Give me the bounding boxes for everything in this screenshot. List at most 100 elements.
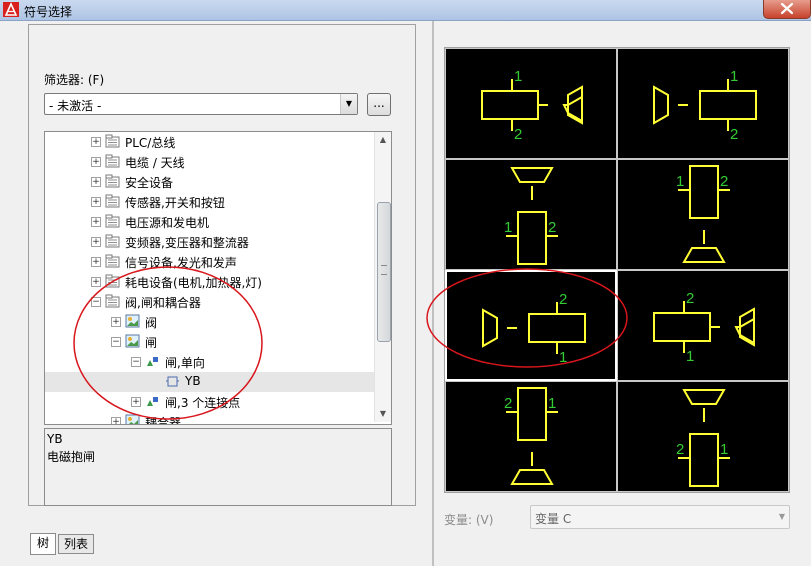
tree-item-label: 耗电设备(电机,加热器,灯)	[125, 276, 262, 290]
folder-icon	[105, 154, 120, 168]
close-icon	[780, 2, 794, 15]
shape-icon	[147, 357, 158, 366]
svg-text:1: 1	[514, 68, 522, 85]
tree-item[interactable]: + 变频器,变压器和整流器	[45, 232, 374, 252]
tree-item-label: 电压源和发电机	[125, 216, 210, 230]
expand-icon[interactable]: +	[91, 157, 101, 167]
svg-text:2: 2	[676, 441, 684, 458]
tab-tree[interactable]: 树	[30, 533, 56, 555]
tree-item[interactable]: + 耗电设备(电机,加热器,灯)	[45, 272, 374, 292]
svg-text:2: 2	[504, 395, 512, 412]
expand-icon[interactable]: +	[111, 317, 121, 327]
filter-label: 筛选器: (F)	[44, 73, 105, 87]
tree-item-label: 耦合器	[145, 416, 182, 425]
close-button[interactable]	[763, 0, 811, 19]
tree-item[interactable]: + 闸,3 个连接点	[45, 392, 374, 412]
symbol-variant-cell[interactable]: 12	[445, 48, 617, 159]
filter-value: - 未激活 -	[49, 99, 102, 113]
expand-icon[interactable]: +	[91, 177, 101, 187]
symbol-tree[interactable]: + PLC/总线 + 电缆 / 天线 + 安全设备 + 传感器,开关和按钮 + 电压源和发电机 + 变…	[44, 131, 392, 425]
tree-item-label: 闸,单向	[165, 356, 205, 370]
expand-icon[interactable]: +	[91, 217, 101, 227]
folder-icon	[105, 134, 120, 148]
folder-icon	[105, 174, 120, 188]
svg-text:2: 2	[730, 126, 738, 143]
brake-symbol-icon: 12	[676, 165, 730, 263]
tree-item[interactable]: + 耦合器	[45, 412, 374, 425]
title-bar: 符号选择	[0, 0, 811, 21]
expand-icon[interactable]: +	[111, 417, 121, 424]
svg-text:2: 2	[514, 126, 522, 143]
tree-item-label: 传感器,开关和按钮	[125, 196, 225, 210]
collapse-icon[interactable]: −	[131, 357, 141, 367]
tree-item[interactable]: + 阀	[45, 312, 374, 332]
collapse-icon[interactable]: −	[111, 337, 121, 347]
tree-item-label: 阀,闸和耦合器	[125, 296, 201, 310]
folder-icon	[105, 194, 120, 208]
tree-item[interactable]: + PLC/总线	[45, 132, 374, 152]
symbol-preview-grid: 1212121221212121	[444, 47, 790, 493]
filter-dropdown[interactable]: - 未激活 - ▼	[44, 93, 358, 115]
brake-symbol-icon: 12	[504, 167, 558, 265]
expand-icon[interactable]: +	[91, 257, 101, 267]
expand-icon[interactable]: +	[91, 197, 101, 207]
symbol-variant-cell[interactable]: 21	[445, 381, 617, 492]
tree-item[interactable]: + 安全设备	[45, 172, 374, 192]
scroll-thumb[interactable]	[377, 202, 391, 342]
variant-label: 变量: (V)	[444, 513, 494, 527]
scroll-down-icon[interactable]: ▼	[375, 406, 391, 422]
tree-item[interactable]: − 闸,单向	[45, 352, 374, 372]
tab-list[interactable]: 列表	[58, 534, 94, 554]
brake-symbol-icon: 21	[676, 389, 730, 487]
svg-text:1: 1	[676, 173, 684, 190]
symbol-variant-cell[interactable]: 12	[617, 48, 789, 159]
variant-value: 变量 C	[535, 512, 572, 526]
image-icon	[125, 334, 140, 348]
brake-symbol-icon: 21	[504, 387, 558, 485]
tree-item[interactable]: + 传感器,开关和按钮	[45, 192, 374, 212]
symbol-variant-cell[interactable]: 12	[445, 159, 617, 270]
folder-icon	[105, 214, 120, 228]
tree-item[interactable]: + 电压源和发电机	[45, 212, 374, 232]
tree-item-label: 信号设备,发光和发声	[125, 256, 237, 270]
grip-icon	[381, 265, 387, 275]
tree-scrollbar[interactable]: ▲ ▼	[374, 132, 391, 422]
symbol-description: 电磁抱闸	[47, 450, 96, 464]
tree-item-label: PLC/总线	[125, 136, 176, 150]
tree-item-label: 闸,3 个连接点	[165, 396, 241, 410]
tree-item-label: 变频器,变压器和整流器	[125, 236, 249, 250]
svg-text:1: 1	[730, 68, 738, 85]
svg-text:2: 2	[559, 291, 567, 308]
collapse-icon[interactable]: −	[91, 297, 101, 307]
tree-item-label: 安全设备	[125, 176, 174, 190]
symbol-variant-cell[interactable]: 12	[617, 159, 789, 270]
symbol-variant-cell[interactable]: 21	[617, 381, 789, 492]
filter-browse-button[interactable]: ...	[367, 93, 391, 116]
symbol-variant-cell[interactable]: 21	[617, 270, 789, 381]
svg-text:2: 2	[720, 173, 728, 190]
variant-dropdown[interactable]: 变量 C ▼	[530, 505, 790, 529]
expand-icon[interactable]: +	[91, 237, 101, 247]
tree-item[interactable]: − 闸	[45, 332, 374, 352]
tree-item-label: 阀	[145, 316, 158, 330]
symbol-variant-cell[interactable]: 21	[445, 270, 617, 381]
expand-icon[interactable]: +	[131, 397, 141, 407]
svg-text:1: 1	[504, 219, 512, 236]
chevron-down-icon: ▼	[778, 512, 785, 521]
brake-symbol-icon: 21	[482, 291, 586, 366]
app-icon	[3, 2, 19, 17]
scroll-up-icon[interactable]: ▲	[375, 132, 391, 148]
tree-item[interactable]: − 阀,闸和耦合器	[45, 292, 374, 312]
tree-item[interactable]: + 电缆 / 天线	[45, 152, 374, 172]
tree-item[interactable]: + 信号设备,发光和发声	[45, 252, 374, 272]
tree-item[interactable]: YB	[45, 372, 374, 392]
expand-icon[interactable]: +	[91, 277, 101, 287]
tree-item-label: YB	[185, 374, 201, 388]
svg-text:1: 1	[548, 395, 556, 412]
expand-icon[interactable]: +	[91, 137, 101, 147]
svg-text:2: 2	[548, 219, 556, 236]
folder-icon	[105, 234, 120, 248]
shape-icon	[147, 397, 158, 406]
folder-icon	[105, 254, 120, 268]
symbol-name: YB	[47, 432, 63, 446]
